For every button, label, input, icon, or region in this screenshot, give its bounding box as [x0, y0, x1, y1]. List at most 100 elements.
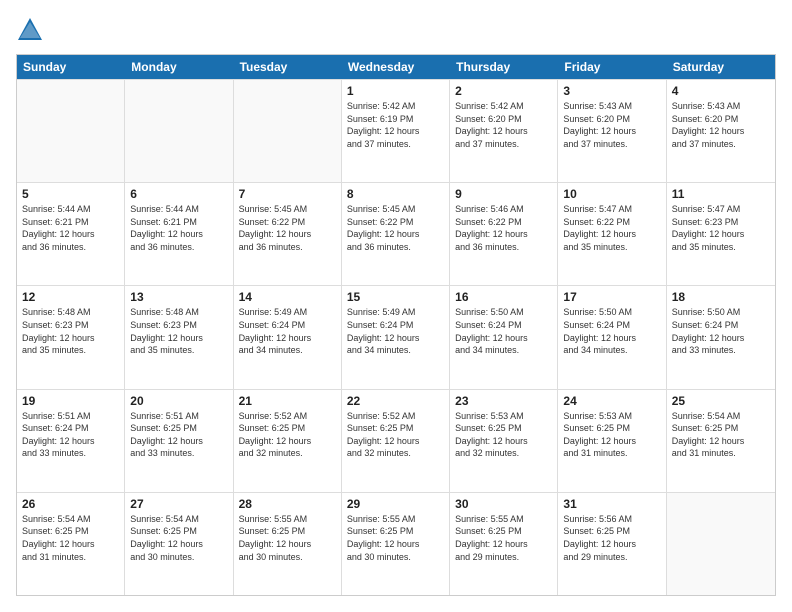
- cell-text: Sunrise: 5:54 AM Sunset: 6:25 PM Dayligh…: [22, 513, 119, 563]
- cell-text: Sunrise: 5:47 AM Sunset: 6:23 PM Dayligh…: [672, 203, 770, 253]
- calendar-cell: [125, 80, 233, 182]
- day-number: 14: [239, 290, 336, 304]
- cell-text: Sunrise: 5:55 AM Sunset: 6:25 PM Dayligh…: [347, 513, 444, 563]
- cell-text: Sunrise: 5:45 AM Sunset: 6:22 PM Dayligh…: [347, 203, 444, 253]
- calendar-header-cell: Friday: [558, 55, 666, 79]
- calendar-cell: 27 Sunrise: 5:54 AM Sunset: 6:25 PM Dayli…: [125, 493, 233, 595]
- calendar-cell: 12 Sunrise: 5:48 AM Sunset: 6:23 PM Dayli…: [17, 286, 125, 388]
- day-number: 23: [455, 394, 552, 408]
- cell-text: Sunrise: 5:54 AM Sunset: 6:25 PM Dayligh…: [130, 513, 227, 563]
- calendar-cell: 14Sunrise: 5:49 AM Sunset: 6:24 PM Dayli…: [234, 286, 342, 388]
- calendar-cell: 2 Sunrise: 5:42 AM Sunset: 6:20 PM Daylig…: [450, 80, 558, 182]
- cell-text: Sunrise: 5:42 AM Sunset: 6:19 PM Dayligh…: [347, 100, 444, 150]
- cell-text: Sunrise: 5:55 AM Sunset: 6:25 PM Dayligh…: [239, 513, 336, 563]
- cell-text: Sunrise: 5:53 AM Sunset: 6:25 PM Dayligh…: [563, 410, 660, 460]
- day-number: 12: [22, 290, 119, 304]
- calendar: SundayMondayTuesdayWednesdayThursdayFrid…: [16, 54, 776, 596]
- calendar-cell: 3 Sunrise: 5:43 AM Sunset: 6:20 PM Daylig…: [558, 80, 666, 182]
- day-number: 16: [455, 290, 552, 304]
- calendar-cell: 11Sunrise: 5:47 AM Sunset: 6:23 PM Dayli…: [667, 183, 775, 285]
- day-number: 1: [347, 84, 444, 98]
- calendar-row: 19Sunrise: 5:51 AM Sunset: 6:24 PM Dayli…: [17, 389, 775, 492]
- calendar-row: 1 Sunrise: 5:42 AM Sunset: 6:19 PM Daylig…: [17, 79, 775, 182]
- calendar-cell: 25 Sunrise: 5:54 AM Sunset: 6:25 PM Dayli…: [667, 390, 775, 492]
- day-number: 13: [130, 290, 227, 304]
- day-number: 22: [347, 394, 444, 408]
- day-number: 5: [22, 187, 119, 201]
- day-number: 9: [455, 187, 552, 201]
- day-number: 20: [130, 394, 227, 408]
- day-number: 4: [672, 84, 770, 98]
- cell-text: Sunrise: 5:48 AM Sunset: 6:23 PM Dayligh…: [130, 306, 227, 356]
- calendar-cell: 29 Sunrise: 5:55 AM Sunset: 6:25 PM Dayli…: [342, 493, 450, 595]
- cell-text: Sunrise: 5:52 AM Sunset: 6:25 PM Dayligh…: [347, 410, 444, 460]
- calendar-cell: 1 Sunrise: 5:42 AM Sunset: 6:19 PM Daylig…: [342, 80, 450, 182]
- calendar-cell: 16 Sunrise: 5:50 AM Sunset: 6:24 PM Dayli…: [450, 286, 558, 388]
- calendar-cell: 23 Sunrise: 5:53 AM Sunset: 6:25 PM Dayli…: [450, 390, 558, 492]
- day-number: 18: [672, 290, 770, 304]
- cell-text: Sunrise: 5:55 AM Sunset: 6:25 PM Dayligh…: [455, 513, 552, 563]
- day-number: 3: [563, 84, 660, 98]
- day-number: 27: [130, 497, 227, 511]
- calendar-cell: 17Sunrise: 5:50 AM Sunset: 6:24 PM Dayli…: [558, 286, 666, 388]
- calendar-cell: 7 Sunrise: 5:45 AM Sunset: 6:22 PM Daylig…: [234, 183, 342, 285]
- calendar-cell: 18 Sunrise: 5:50 AM Sunset: 6:24 PM Dayli…: [667, 286, 775, 388]
- cell-text: Sunrise: 5:42 AM Sunset: 6:20 PM Dayligh…: [455, 100, 552, 150]
- calendar-cell: 24 Sunrise: 5:53 AM Sunset: 6:25 PM Dayli…: [558, 390, 666, 492]
- calendar-header-cell: Monday: [125, 55, 233, 79]
- cell-text: Sunrise: 5:46 AM Sunset: 6:22 PM Dayligh…: [455, 203, 552, 253]
- day-number: 25: [672, 394, 770, 408]
- calendar-header-row: SundayMondayTuesdayWednesdayThursdayFrid…: [17, 55, 775, 79]
- calendar-row: 12 Sunrise: 5:48 AM Sunset: 6:23 PM Dayli…: [17, 285, 775, 388]
- calendar-row: 26 Sunrise: 5:54 AM Sunset: 6:25 PM Dayli…: [17, 492, 775, 595]
- cell-text: Sunrise: 5:45 AM Sunset: 6:22 PM Dayligh…: [239, 203, 336, 253]
- calendar-cell: 21Sunrise: 5:52 AM Sunset: 6:25 PM Dayli…: [234, 390, 342, 492]
- calendar-header-cell: Tuesday: [234, 55, 342, 79]
- calendar-cell: [17, 80, 125, 182]
- calendar-cell: 19Sunrise: 5:51 AM Sunset: 6:24 PM Dayli…: [17, 390, 125, 492]
- calendar-cell: 22 Sunrise: 5:52 AM Sunset: 6:25 PM Dayli…: [342, 390, 450, 492]
- day-number: 7: [239, 187, 336, 201]
- cell-text: Sunrise: 5:53 AM Sunset: 6:25 PM Dayligh…: [455, 410, 552, 460]
- day-number: 6: [130, 187, 227, 201]
- day-number: 17: [563, 290, 660, 304]
- page: SundayMondayTuesdayWednesdayThursdayFrid…: [0, 0, 792, 612]
- cell-text: Sunrise: 5:43 AM Sunset: 6:20 PM Dayligh…: [563, 100, 660, 150]
- day-number: 31: [563, 497, 660, 511]
- calendar-cell: 8 Sunrise: 5:45 AM Sunset: 6:22 PM Daylig…: [342, 183, 450, 285]
- day-number: 15: [347, 290, 444, 304]
- calendar-header-cell: Saturday: [667, 55, 775, 79]
- day-number: 21: [239, 394, 336, 408]
- cell-text: Sunrise: 5:54 AM Sunset: 6:25 PM Dayligh…: [672, 410, 770, 460]
- calendar-cell: 10Sunrise: 5:47 AM Sunset: 6:22 PM Dayli…: [558, 183, 666, 285]
- day-number: 19: [22, 394, 119, 408]
- calendar-cell: 28 Sunrise: 5:55 AM Sunset: 6:25 PM Dayli…: [234, 493, 342, 595]
- calendar-header-cell: Thursday: [450, 55, 558, 79]
- day-number: 8: [347, 187, 444, 201]
- cell-text: Sunrise: 5:48 AM Sunset: 6:23 PM Dayligh…: [22, 306, 119, 356]
- calendar-cell: 9 Sunrise: 5:46 AM Sunset: 6:22 PM Daylig…: [450, 183, 558, 285]
- calendar-header-cell: Wednesday: [342, 55, 450, 79]
- cell-text: Sunrise: 5:49 AM Sunset: 6:24 PM Dayligh…: [347, 306, 444, 356]
- calendar-row: 5 Sunrise: 5:44 AM Sunset: 6:21 PM Daylig…: [17, 182, 775, 285]
- day-number: 2: [455, 84, 552, 98]
- day-number: 26: [22, 497, 119, 511]
- calendar-cell: 15 Sunrise: 5:49 AM Sunset: 6:24 PM Dayli…: [342, 286, 450, 388]
- cell-text: Sunrise: 5:44 AM Sunset: 6:21 PM Dayligh…: [130, 203, 227, 253]
- cell-text: Sunrise: 5:51 AM Sunset: 6:25 PM Dayligh…: [130, 410, 227, 460]
- calendar-cell: 13 Sunrise: 5:48 AM Sunset: 6:23 PM Dayli…: [125, 286, 233, 388]
- calendar-cell: 20 Sunrise: 5:51 AM Sunset: 6:25 PM Dayli…: [125, 390, 233, 492]
- cell-text: Sunrise: 5:44 AM Sunset: 6:21 PM Dayligh…: [22, 203, 119, 253]
- calendar-cell: [234, 80, 342, 182]
- day-number: 24: [563, 394, 660, 408]
- day-number: 30: [455, 497, 552, 511]
- day-number: 28: [239, 497, 336, 511]
- calendar-header-cell: Sunday: [17, 55, 125, 79]
- calendar-cell: [667, 493, 775, 595]
- calendar-cell: 26 Sunrise: 5:54 AM Sunset: 6:25 PM Dayli…: [17, 493, 125, 595]
- day-number: 29: [347, 497, 444, 511]
- cell-text: Sunrise: 5:50 AM Sunset: 6:24 PM Dayligh…: [672, 306, 770, 356]
- header: [16, 16, 776, 44]
- calendar-cell: 5 Sunrise: 5:44 AM Sunset: 6:21 PM Daylig…: [17, 183, 125, 285]
- cell-text: Sunrise: 5:50 AM Sunset: 6:24 PM Dayligh…: [455, 306, 552, 356]
